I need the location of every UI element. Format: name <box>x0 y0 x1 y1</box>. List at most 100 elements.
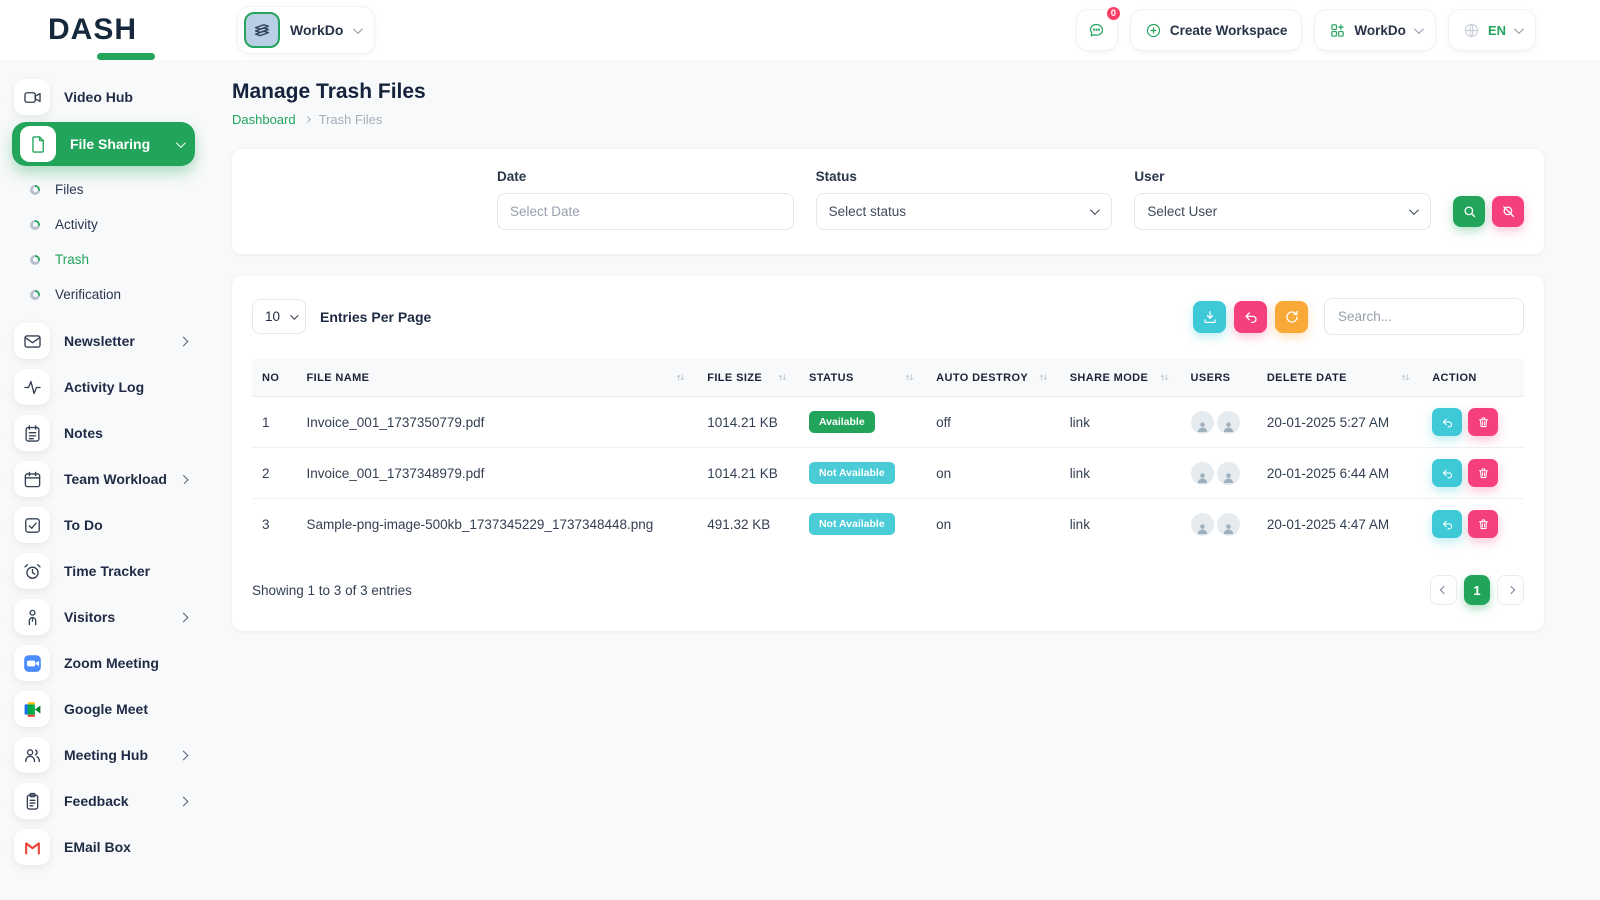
sidebar-item-activity-log[interactable]: Activity Log <box>0 364 207 410</box>
entries-per-page-value: 10 <box>265 309 280 324</box>
user-avatar[interactable] <box>1217 462 1240 485</box>
prev-page-button[interactable] <box>1430 575 1457 605</box>
restore-file-button[interactable] <box>1432 408 1462 436</box>
user-avatar[interactable] <box>1217 411 1240 434</box>
column-header-file-size[interactable]: FILE SIZE <box>697 359 799 397</box>
visitor-icon <box>14 599 50 635</box>
meet-icon <box>14 691 50 727</box>
sidebar-item-notes[interactable]: Notes <box>0 410 207 456</box>
refresh-button[interactable] <box>1275 301 1308 333</box>
column-label: FILE NAME <box>307 372 370 384</box>
table-row: 2Invoice_001_1737348979.pdf1014.21 KBNot… <box>252 448 1524 499</box>
file-icon <box>20 126 56 162</box>
sidebar-item-google-meet[interactable]: Google Meet <box>0 686 207 732</box>
restore-all-button[interactable] <box>1234 301 1267 333</box>
restore-file-button[interactable] <box>1432 459 1462 487</box>
column-header-status[interactable]: STATUS <box>799 359 926 397</box>
chevron-right-icon <box>304 116 311 123</box>
user-filter-select[interactable]: Select User <box>1134 193 1431 230</box>
language-selector[interactable]: EN <box>1448 9 1536 51</box>
column-label: FILE SIZE <box>707 372 762 384</box>
export-button[interactable] <box>1193 301 1226 333</box>
entries-per-page-select[interactable]: 10 <box>252 299 306 334</box>
share-mode-value: link <box>1060 448 1181 499</box>
column-header-auto-destroy[interactable]: AUTO DESTROY <box>926 359 1060 397</box>
column-header-delete-date[interactable]: DELETE DATE <box>1257 359 1422 397</box>
column-header-share-mode[interactable]: SHARE MODE <box>1060 359 1181 397</box>
status-filter-select[interactable]: Select status <box>816 193 1113 230</box>
sort-icon <box>903 371 916 384</box>
table-search-input[interactable] <box>1324 298 1524 335</box>
notes-icon <box>14 415 50 451</box>
sidebar-item-zoom-meeting[interactable]: Zoom Meeting <box>0 640 207 686</box>
chevron-left-icon <box>1439 586 1447 594</box>
sidebar-submenu: Files Activity TrashVerification <box>0 168 207 318</box>
restore-file-button[interactable] <box>1432 510 1462 538</box>
sidebar-item-label: Newsletter <box>64 333 166 349</box>
share-mode-value: link <box>1060 499 1181 550</box>
create-workspace-button[interactable]: Create Workspace <box>1130 9 1303 51</box>
undo-icon <box>1243 309 1259 325</box>
bullet-ring-icon <box>30 255 40 265</box>
date-filter-label: Date <box>497 169 794 184</box>
page-1-button[interactable]: 1 <box>1464 575 1490 605</box>
delete-file-button[interactable] <box>1468 408 1498 436</box>
sidebar-item-video-hub[interactable]: Video Hub <box>0 74 207 120</box>
todo-icon <box>14 507 50 543</box>
page-title: Manage Trash Files <box>232 80 1544 104</box>
sidebar-item-team-workload[interactable]: Team Workload <box>0 456 207 502</box>
status-badge: Not Available <box>809 513 895 535</box>
breadcrumb: Dashboard Trash Files <box>232 112 1544 127</box>
chevron-down-icon <box>176 138 186 148</box>
globe-icon <box>1463 22 1480 39</box>
breadcrumb-dashboard-link[interactable]: Dashboard <box>232 112 296 127</box>
sidebar-item-email-box[interactable]: EMail Box <box>0 824 207 870</box>
search-off-icon <box>1501 204 1516 219</box>
workspace-menu-button[interactable]: WorkDo <box>1314 9 1436 51</box>
workspace-menu-label: WorkDo <box>1354 23 1406 38</box>
sidebar-subitem-verification[interactable]: Verification <box>0 277 207 312</box>
column-header-file-name[interactable]: FILE NAME <box>297 359 698 397</box>
breadcrumb-current: Trash Files <box>319 112 383 127</box>
entries-per-page-label: Entries Per Page <box>320 309 431 325</box>
user-avatar[interactable] <box>1191 513 1214 536</box>
sidebar-subitem-activity[interactable]: Activity <box>0 207 207 242</box>
sidebar-item-newsletter[interactable]: Newsletter <box>0 318 207 364</box>
sidebar-item-file-sharing[interactable]: File Sharing <box>12 122 195 166</box>
sidebar-item-label: EMail Box <box>64 839 195 855</box>
grid-plus-icon <box>1329 22 1346 39</box>
logo[interactable]: DASH <box>0 13 207 47</box>
pulse-icon <box>14 369 50 405</box>
sidebar-item-to-do[interactable]: To Do <box>0 502 207 548</box>
user-avatar[interactable] <box>1191 411 1214 434</box>
sidebar-subitem-label: Activity <box>55 217 98 232</box>
delete-file-button[interactable] <box>1468 510 1498 538</box>
auto-destroy-value: on <box>926 499 1060 550</box>
sidebar-subitem-files[interactable]: Files <box>0 172 207 207</box>
sidebar-item-meeting-hub[interactable]: Meeting Hub <box>0 732 207 778</box>
users-avatars <box>1191 462 1247 485</box>
apply-filter-button[interactable] <box>1453 196 1485 227</box>
sidebar-item-visitors[interactable]: Visitors <box>0 594 207 640</box>
date-filter-input[interactable] <box>497 193 794 230</box>
trash-files-card: 10 Entries Per Page <box>232 276 1544 631</box>
refresh-icon <box>1284 309 1300 325</box>
bullet-ring-icon <box>30 290 40 300</box>
user-avatar[interactable] <box>1191 462 1214 485</box>
file-name: Sample-png-image-500kb_1737345229_173734… <box>297 499 698 550</box>
sidebar-item-feedback[interactable]: Feedback <box>0 778 207 824</box>
sidebar-subitem-label: Files <box>55 182 84 197</box>
chevron-down-icon <box>1414 24 1424 34</box>
user-avatar[interactable] <box>1217 513 1240 536</box>
messages-button[interactable]: 0 <box>1076 9 1118 51</box>
delete-file-button[interactable] <box>1468 459 1498 487</box>
next-page-button[interactable] <box>1497 575 1524 605</box>
workspace-switcher[interactable]: WorkDo <box>237 6 375 54</box>
reset-filter-button[interactable] <box>1492 196 1524 227</box>
table-summary: Showing 1 to 3 of 3 entries <box>252 583 412 598</box>
sidebar-item-time-tracker[interactable]: Time Tracker <box>0 548 207 594</box>
download-icon <box>1202 309 1218 325</box>
sidebar-subitem-trash[interactable]: Trash <box>0 242 207 277</box>
sort-icon <box>1158 371 1171 384</box>
status-filter-label: Status <box>816 169 1113 184</box>
